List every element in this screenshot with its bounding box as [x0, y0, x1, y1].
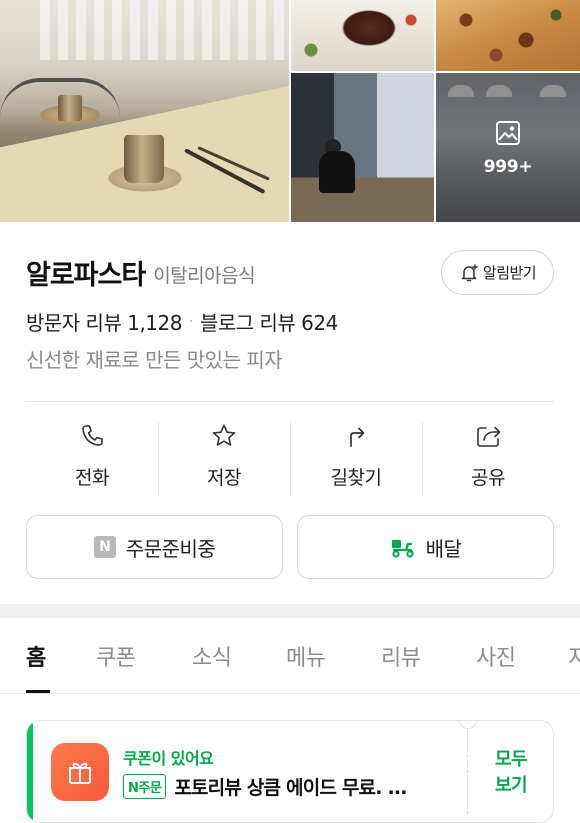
- delivery-scooter-icon: [391, 540, 414, 558]
- order-buttons: N 주문준비중 배달: [26, 515, 554, 579]
- share-button[interactable]: 공유: [422, 420, 554, 498]
- action-bar: 전화 저장 길찾기 공유: [26, 420, 554, 498]
- active-tab-indicator: [26, 690, 50, 693]
- order-button[interactable]: N 주문준비중: [26, 515, 283, 579]
- coupon-accent-bar: [27, 721, 33, 822]
- photo-main-dining[interactable]: [0, 0, 289, 222]
- call-button[interactable]: 전화: [26, 420, 158, 498]
- place-name: 알로파스타: [26, 259, 146, 291]
- tab-home[interactable]: 홈: [26, 640, 46, 672]
- gift-box: [51, 743, 109, 801]
- tab-overflow[interactable]: 지: [568, 640, 580, 672]
- place-category: 이탈리아음식: [153, 264, 256, 287]
- directions-icon: [350, 427, 365, 447]
- bell-plus-icon: [461, 263, 478, 281]
- tab-review[interactable]: 리뷰: [381, 640, 421, 672]
- coupon-text: 포토리뷰 상큼 에이드 무료. ...: [174, 777, 407, 799]
- tab-bar: 홈 쿠폰 소식 메뉴 리뷰 사진 지: [0, 618, 580, 694]
- share-icon: [477, 426, 501, 447]
- coupon-dashed-divider: [467, 729, 468, 814]
- image-icon: [496, 120, 520, 145]
- share-label: 공유: [471, 467, 505, 489]
- photo-gallery: 999+: [0, 0, 580, 222]
- phone-icon: [82, 425, 103, 446]
- photo-steak[interactable]: [291, 0, 434, 71]
- gift-icon: [69, 762, 91, 784]
- section-separator: [0, 604, 580, 618]
- photo-pizza[interactable]: [436, 0, 580, 71]
- save-label: 저장: [207, 467, 241, 489]
- directions-label: 길찾기: [330, 467, 382, 489]
- coupon-see-all-button[interactable]: 모두 보기: [475, 747, 547, 799]
- naver-n-icon: N: [93, 536, 116, 558]
- order-label: 주문준비중: [125, 536, 216, 561]
- visitor-review-link[interactable]: 방문자 리뷰 1,128: [26, 307, 182, 336]
- see-all-line2: 보기: [494, 775, 528, 796]
- directions-button[interactable]: 길찾기: [290, 420, 422, 498]
- tab-menu[interactable]: 메뉴: [286, 640, 326, 672]
- delivery-button[interactable]: 배달: [297, 515, 554, 579]
- delivery-label: 배달: [425, 536, 462, 561]
- more-photos-button[interactable]: 999+: [436, 73, 580, 222]
- more-photos-count: 999+: [483, 156, 533, 177]
- tab-news[interactable]: 소식: [192, 640, 232, 672]
- save-button[interactable]: 저장: [158, 420, 290, 498]
- coupon-title: 쿠폰이 있어요: [123, 749, 214, 768]
- divider: [26, 401, 554, 402]
- coupon-banner[interactable]: 쿠폰이 있어요 N주문 포토리뷰 상큼 에이드 무료. ... 모두 보기: [26, 720, 554, 823]
- coupon-notch-top: [459, 721, 477, 729]
- stats-separator: ·: [188, 313, 193, 330]
- place-header: 알로파스타 이탈리아음식 알림받기: [26, 250, 554, 295]
- tab-photo[interactable]: 사진: [476, 640, 516, 672]
- blog-review-link[interactable]: 블로그 리뷰 624: [200, 307, 338, 336]
- see-all-line1: 모두: [494, 749, 528, 770]
- tab-coupon[interactable]: 쿠폰: [96, 640, 136, 672]
- place-description: 신선한 재료로 만든 맛있는 피자: [26, 348, 283, 372]
- call-label: 전화: [75, 467, 109, 489]
- naver-order-badge: N주문: [123, 774, 167, 799]
- notify-button[interactable]: 알림받기: [441, 250, 554, 295]
- photo-kitchen[interactable]: [291, 73, 434, 222]
- coupon-line: N주문 포토리뷰 상큼 에이드 무료. ...: [123, 773, 408, 800]
- star-icon: [212, 424, 236, 446]
- notify-label: 알림받기: [482, 264, 537, 282]
- review-stats: 방문자 리뷰 1,128 · 블로그 리뷰 624: [26, 307, 338, 336]
